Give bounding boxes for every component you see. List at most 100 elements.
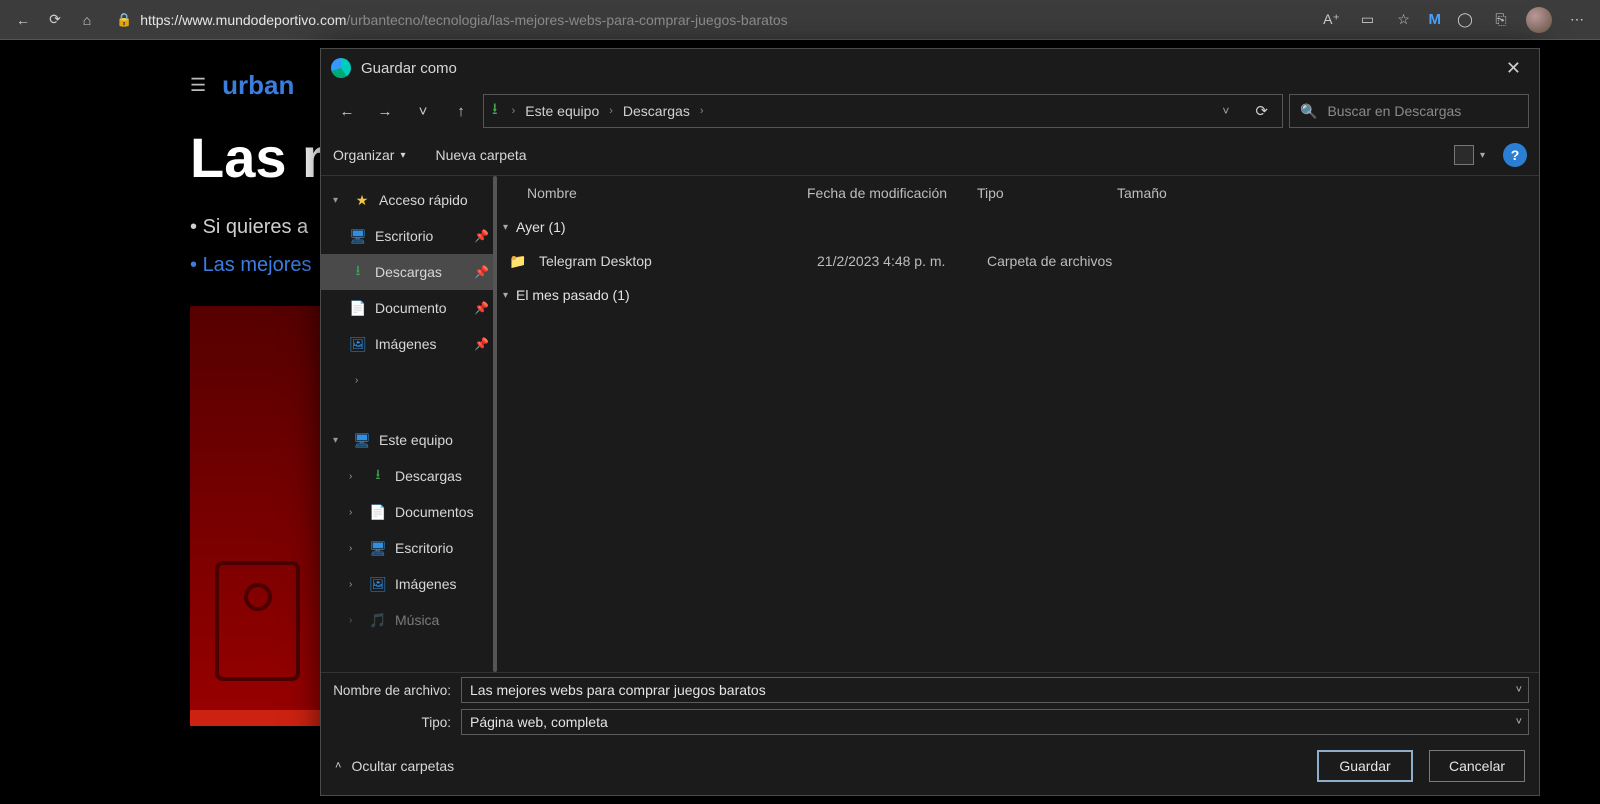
profile-avatar[interactable] <box>1526 7 1552 33</box>
filetype-field[interactable]: Página web, completa ˅ <box>461 709 1529 735</box>
chevron-up-icon: ˄ <box>335 760 341 772</box>
cancel-button[interactable]: Cancelar <box>1429 750 1525 782</box>
favorite-icon[interactable]: ☆ <box>1393 9 1415 31</box>
read-aloud-icon[interactable]: A⁺ <box>1321 9 1343 31</box>
column-date[interactable]: Fecha de modificación <box>797 185 967 201</box>
nav-recent-button[interactable]: ˅ <box>407 95 439 127</box>
chevron-right-icon: › <box>349 471 361 482</box>
tree-label: Escritorio <box>395 540 453 556</box>
column-type[interactable]: Tipo <box>967 185 1107 201</box>
nav-home-icon[interactable]: ⌂ <box>76 9 98 31</box>
tree-label: Imágenes <box>375 336 436 352</box>
new-folder-button[interactable]: Nueva carpeta <box>436 147 527 163</box>
scrollbar[interactable] <box>493 176 497 672</box>
column-size[interactable]: Tamaño <box>1107 185 1207 201</box>
dialog-title: Guardar como <box>361 60 457 77</box>
chevron-right-icon[interactable]: › <box>603 105 619 117</box>
column-name[interactable]: Nombre <box>497 185 797 201</box>
chevron-down-icon[interactable]: ▾ <box>1480 150 1485 161</box>
url-text: https://www.mundodeportivo.com/urbantecn… <box>140 12 787 28</box>
tree-item-escritorio[interactable]: 🖥 Escritorio 📌 <box>321 218 497 254</box>
chevron-down-icon: ▾ <box>503 222 508 233</box>
chevron-right-icon[interactable]: › <box>506 105 522 117</box>
group-mes-pasado[interactable]: ▾ El mes pasado (1) <box>497 278 1539 312</box>
close-icon[interactable]: ✕ <box>1498 56 1529 81</box>
file-row[interactable]: 📁 Telegram Desktop 21/2/2023 4:48 p. m. … <box>497 244 1539 278</box>
tree-item-pc-descargas[interactable]: › ⭳ Descargas <box>321 458 497 494</box>
chevron-down-icon[interactable]: ˅ <box>1516 684 1522 696</box>
file-date: 21/2/2023 4:48 p. m. <box>817 253 987 269</box>
pc-icon: 🖥 <box>353 432 371 449</box>
nav-forward-button[interactable]: → <box>369 95 401 127</box>
tree-item-pc-documentos[interactable]: › 📄 Documentos <box>321 494 497 530</box>
extension-c-icon[interactable]: ◯ <box>1454 9 1476 31</box>
tree-label: Imágenes <box>395 576 456 592</box>
breadcrumb-dropdown-icon[interactable]: ˅ <box>1218 104 1233 118</box>
tree-item-pc-musica[interactable]: › 🎵 Música <box>321 602 497 638</box>
file-name: Telegram Desktop <box>531 253 817 269</box>
document-icon: 📄 <box>369 504 387 521</box>
tree-item-pc-imagenes[interactable]: › 🖼 Imágenes <box>321 566 497 602</box>
chevron-down-icon: ▾ <box>400 150 405 161</box>
filename-value: Las mejores webs para comprar juegos bar… <box>470 682 766 698</box>
translate-icon[interactable]: ▭ <box>1357 9 1379 31</box>
group-ayer[interactable]: ▾ Ayer (1) <box>497 210 1539 244</box>
chevron-down-icon[interactable]: ˅ <box>1516 716 1522 728</box>
extension-m-icon[interactable]: M <box>1429 11 1441 28</box>
browser-top-bar: ← ⟳ ⌂ 🔒 https://www.mundodeportivo.com/u… <box>0 0 1600 40</box>
save-as-dialog: Guardar como ✕ ← → ˅ ↑ ⭳ › Este equipo ›… <box>320 48 1540 796</box>
chevron-right-icon: › <box>349 543 361 554</box>
site-logo[interactable]: urban <box>222 70 294 101</box>
organize-menu[interactable]: Organizar ▾ <box>333 147 406 163</box>
view-mode-button[interactable] <box>1454 145 1474 165</box>
tree-quick-access[interactable]: ▾ ★ Acceso rápido <box>321 182 497 218</box>
hide-folders-button[interactable]: ˄ Ocultar carpetas <box>335 758 454 774</box>
file-type: Carpeta de archivos <box>987 253 1147 269</box>
pin-icon: 📌 <box>474 337 489 351</box>
tree-item-pc-escritorio[interactable]: › 🖥 Escritorio <box>321 530 497 566</box>
nav-up-button[interactable]: ↑ <box>445 95 477 127</box>
tree-item-imagenes[interactable]: 🖼 Imágenes 📌 <box>321 326 497 362</box>
hamburger-icon[interactable]: ☰ <box>190 75 206 96</box>
filename-label: Nombre de archivo: <box>331 683 461 698</box>
breadcrumb-current[interactable]: Descargas <box>623 103 690 119</box>
more-icon[interactable]: ⋯ <box>1566 9 1588 31</box>
search-icon: 🔍 <box>1300 103 1317 120</box>
save-button[interactable]: Guardar <box>1317 750 1413 782</box>
nav-back-icon[interactable]: ← <box>12 9 34 31</box>
tree-item-descargas[interactable]: ⭳ Descargas 📌 <box>321 254 497 290</box>
file-list: Nombre Fecha de modificación Tipo Tamaño… <box>497 176 1539 672</box>
dialog-titlebar[interactable]: Guardar como ✕ <box>321 49 1539 87</box>
chevron-down-icon[interactable]: ▾ <box>333 435 345 446</box>
collections-icon[interactable]: ⎘ <box>1490 9 1512 31</box>
dialog-toolbar: Organizar ▾ Nueva carpeta ▾ ? <box>321 135 1539 175</box>
tree-label: Descargas <box>375 264 442 280</box>
tree-item-documentos[interactable]: 📄 Documento 📌 <box>321 290 497 326</box>
desktop-icon: 🖥 <box>369 540 387 557</box>
search-input[interactable]: 🔍 Buscar en Descargas <box>1289 94 1529 128</box>
nav-back-button[interactable]: ← <box>331 95 363 127</box>
search-placeholder: Buscar en Descargas <box>1327 103 1461 119</box>
tree-expand-more[interactable]: › <box>321 362 497 398</box>
tree-label: Escritorio <box>375 228 433 244</box>
file-list-header: Nombre Fecha de modificación Tipo Tamaño <box>497 176 1539 210</box>
dialog-form: Nombre de archivo: Las mejores webs para… <box>321 673 1539 737</box>
chevron-down-icon[interactable]: ▾ <box>333 195 345 206</box>
browser-right-icons: A⁺ ▭ ☆ M ◯ ⎘ ⋯ <box>1321 7 1589 33</box>
nav-refresh-icon[interactable]: ⟳ <box>44 9 66 31</box>
navigation-tree: ▾ ★ Acceso rápido 🖥 Escritorio 📌 ⭳ Desca… <box>321 176 497 672</box>
tree-this-pc[interactable]: ▾ 🖥 Este equipo <box>321 422 497 458</box>
pictures-icon: 🖼 <box>369 576 387 593</box>
breadcrumb-refresh-icon[interactable]: ⟳ <box>1237 102 1274 120</box>
group-label: El mes pasado (1) <box>516 287 630 303</box>
music-icon: 🎵 <box>369 612 387 629</box>
help-icon[interactable]: ? <box>1503 143 1527 167</box>
filename-field[interactable]: Las mejores webs para comprar juegos bar… <box>461 677 1529 703</box>
address-bar[interactable]: 🔒 https://www.mundodeportivo.com/urbante… <box>108 6 1311 34</box>
chevron-right-icon[interactable]: › <box>694 105 710 117</box>
downloads-icon: ⭳ <box>349 260 367 284</box>
desktop-icon: 🖥 <box>349 228 367 245</box>
breadcrumb-root[interactable]: Este equipo <box>525 103 599 119</box>
chevron-right-icon: › <box>355 375 367 386</box>
breadcrumb[interactable]: ⭳ › Este equipo › Descargas › ˅ ⟳ <box>483 94 1283 128</box>
